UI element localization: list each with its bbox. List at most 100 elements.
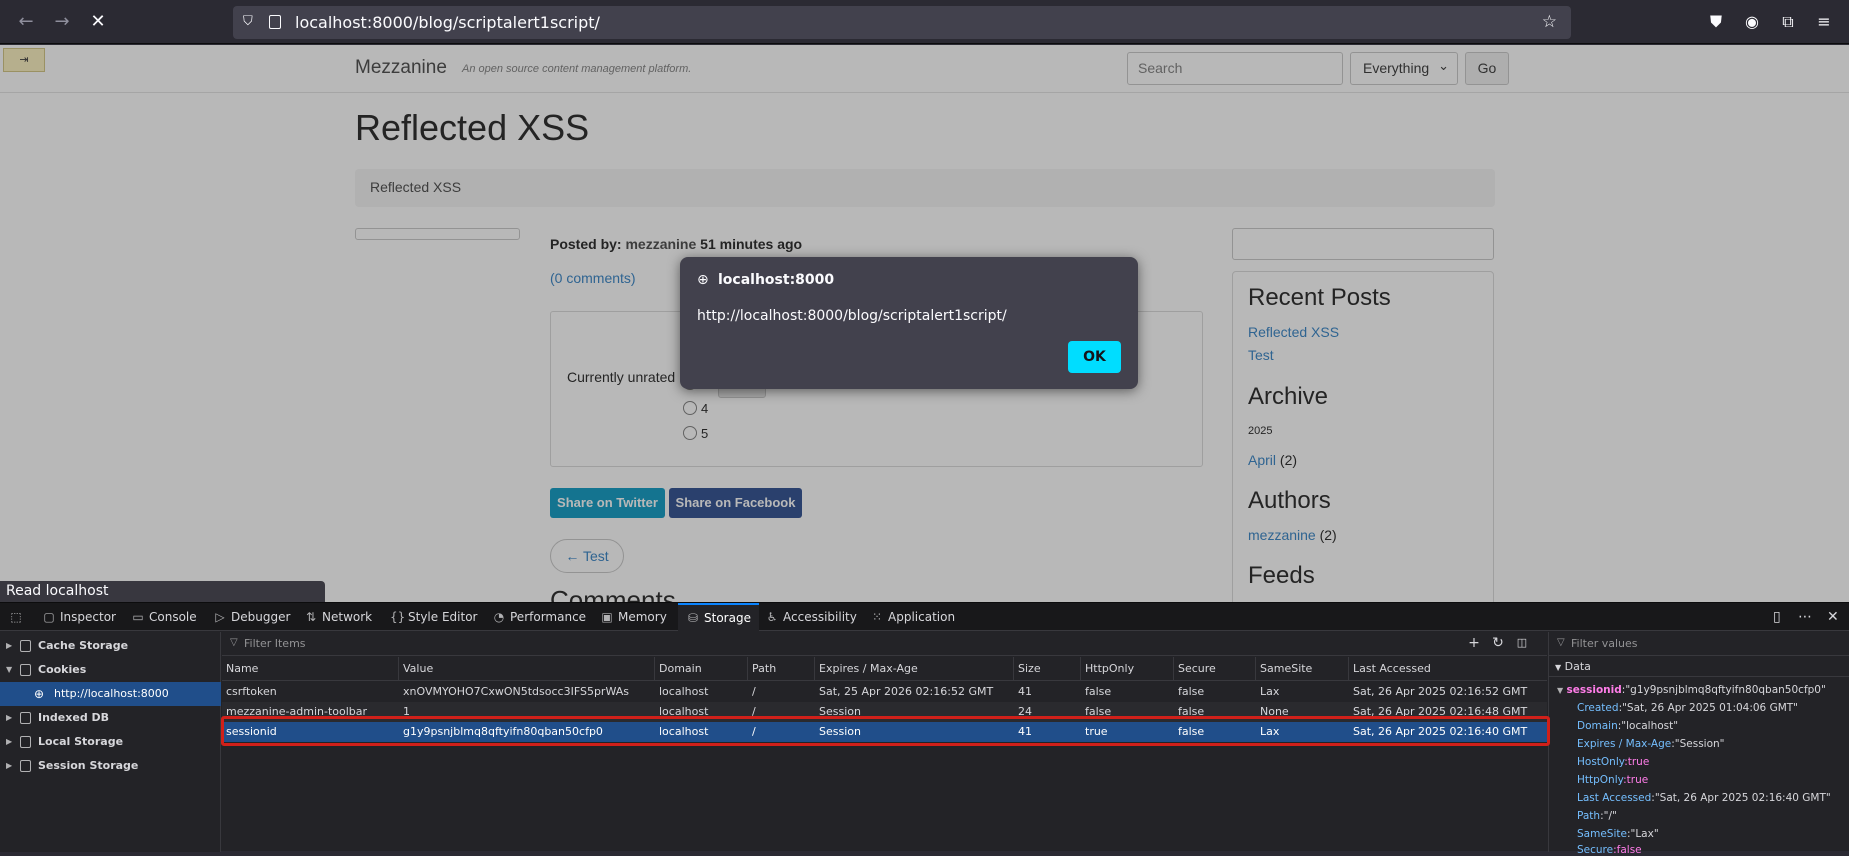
column-header[interactable]: Name [222,657,399,681]
tab-memory[interactable]: ▣ Memory [600,603,667,631]
tree-indexed-db[interactable]: ▶ Indexed DB [0,706,221,730]
data-prop-value: :true [1623,774,1649,786]
column-header[interactable]: Secure [1174,657,1256,681]
tree-cache-storage[interactable]: ▶ Cache Storage [0,634,221,658]
filter-icon: ▽ [230,637,238,648]
tab-console[interactable]: ▭ Console [131,603,197,631]
tree-local-storage[interactable]: ▶ Local Storage [0,730,221,754]
cell-domain: localhost [659,725,709,738]
inspector-icon: ▢ [43,610,55,624]
url-bar[interactable]: ⛉ localhost:8000/blog/scriptalert1script… [233,6,1571,39]
cell-size: 41 [1018,725,1032,738]
tab-accessibility-label: Accessibility [783,610,857,624]
data-prop-key: Last Accessed [1577,792,1652,804]
tab-style-editor[interactable]: {} Style Editor [390,603,477,631]
network-icon: ⇅ [305,610,317,624]
refresh-icon[interactable]: ↻ [1490,635,1506,651]
collapse-arrow-icon[interactable]: ▼ [6,658,12,682]
column-header[interactable]: Domain [655,657,748,681]
element-picker-icon[interactable]: ⬚ [9,603,27,631]
column-header[interactable]: Path [748,657,815,681]
data-prop: Domain:"localhost" [1577,720,1678,732]
menu-icon[interactable]: ≡ [1813,11,1835,33]
collapse-arrow-icon[interactable]: ▼ [1557,686,1563,695]
forward-arrow-icon[interactable]: → [50,10,74,34]
cell-httponly: false [1085,685,1112,698]
table-row[interactable]: sessionid g1y9psnjblmq8qftyifn80qban50cf… [222,722,1547,742]
filter-items-input[interactable]: Filter Items [244,637,306,650]
tab-storage[interactable]: ⛁ Storage [678,603,759,631]
data-sidebar: ▽ Filter values ▼ Data ▼ sessionid:"g1y9… [1548,632,1849,856]
close-devtools-icon[interactable]: ✕ [1827,609,1839,625]
tab-performance[interactable]: ◔ Performance [492,603,586,631]
tab-network[interactable]: ⇅ Network [304,603,372,631]
data-root[interactable]: ▼ sessionid:"g1y9psnjblmq8qftyifn80qban5… [1557,684,1826,696]
column-header[interactable]: HttpOnly [1081,657,1174,681]
stop-loading-icon[interactable]: ✕ [86,10,110,34]
storage-tree: ▶ Cache Storage ▼ Cookies ⊕ http://localhos… [0,632,221,852]
data-prop-value: :"Session" [1671,738,1725,750]
cell-last-accessed: Sat, 26 Apr 2025 02:16:48 GMT [1353,705,1528,718]
tab-inspector[interactable]: ▢ Inspector [42,603,116,631]
tracking-shield-icon[interactable]: ⛉ [243,14,257,30]
column-header[interactable]: Expires / Max-Age [815,657,1014,681]
table-row[interactable]: csrftoken xnOVMYOHO7CxwON5tdsocc3IFS5prW… [222,682,1547,702]
tree-cookies[interactable]: ▼ Cookies [0,658,221,682]
tab-inspector-label: Inspector [60,610,116,624]
url-text[interactable]: localhost:8000/blog/scriptalert1script/ [295,13,600,32]
data-section-header[interactable]: ▼ Data [1549,657,1849,677]
devtools-menu-icon[interactable]: ⋯ [1798,609,1812,625]
expand-arrow-icon[interactable]: ▶ [6,754,12,778]
column-header[interactable]: Size [1014,657,1081,681]
data-prop: Path:"/" [1577,810,1617,822]
expand-arrow-icon[interactable]: ▶ [6,730,12,754]
account-icon[interactable]: ◉ [1741,11,1763,33]
cell-expires: Sat, 25 Apr 2026 02:16:52 GMT [819,685,994,698]
filter-values-input[interactable]: Filter values [1571,637,1638,650]
tab-accessibility[interactable]: ♿ Accessibility [765,603,857,631]
tree-cookies-host[interactable]: ⊕ http://localhost:8000 [0,682,221,706]
expand-arrow-icon[interactable]: ▶ [6,634,12,658]
cell-size: 41 [1018,685,1032,698]
tab-debugger[interactable]: ▷ Debugger [213,603,290,631]
tree-session-storage[interactable]: ▶ Session Storage [0,754,221,778]
cell-name: csrftoken [226,685,277,698]
extensions-icon[interactable]: ⧉ [1777,11,1799,33]
cell-expires: Session [819,705,861,718]
back-arrow-icon[interactable]: ← [14,10,38,34]
tree-cache-storage-label: Cache Storage [38,639,129,652]
devtools-panel: ⬚ ▢ Inspector ▭ Console ▷ Debugger ⇅ Network… [0,602,1849,856]
tab-console-label: Console [149,610,197,624]
toggle-sidebar-icon[interactable]: ◫ [1514,635,1530,651]
bookmark-star-icon[interactable]: ☆ [1542,12,1557,32]
filter-icon: ▽ [1557,637,1565,648]
tab-memory-label: Memory [618,610,667,624]
data-header-label: Data [1564,660,1591,673]
collapse-arrow-icon[interactable]: ▼ [1555,663,1561,672]
tab-storage-label: Storage [704,611,751,625]
globe-icon: ⊕ [697,272,709,288]
tab-application[interactable]: ⁙ Application [870,603,955,631]
style-editor-icon: {} [390,610,406,624]
add-item-icon[interactable]: + [1466,635,1482,651]
debugger-icon: ▷ [215,610,225,624]
dock-side-icon[interactable]: ▯ [1773,609,1781,625]
column-header[interactable]: Value [399,657,655,681]
data-prop-value: :"Lax" [1626,828,1659,840]
accessibility-icon: ♿ [766,610,778,624]
column-header[interactable]: SameSite [1256,657,1349,681]
database-icon [20,664,31,676]
table-row[interactable]: mezzanine-admin-toolbar 1 localhost / Se… [222,702,1547,722]
expand-arrow-icon[interactable]: ▶ [6,706,12,730]
column-header[interactable]: Last Accessed [1349,657,1547,681]
cell-httponly: false [1085,705,1112,718]
cell-value: g1y9psnjblmq8qftyifn80qban50cfp0 [403,725,603,738]
tab-network-label: Network [322,610,373,624]
cell-secure: false [1178,725,1205,738]
page-info-icon[interactable] [269,15,281,29]
pocket-icon[interactable]: ⛊ [1705,11,1727,33]
alert-ok-button[interactable]: OK [1068,341,1121,373]
data-prop-key: Created [1577,702,1619,714]
data-prop-key: HostOnly [1577,756,1625,768]
memory-icon: ▣ [601,610,613,624]
